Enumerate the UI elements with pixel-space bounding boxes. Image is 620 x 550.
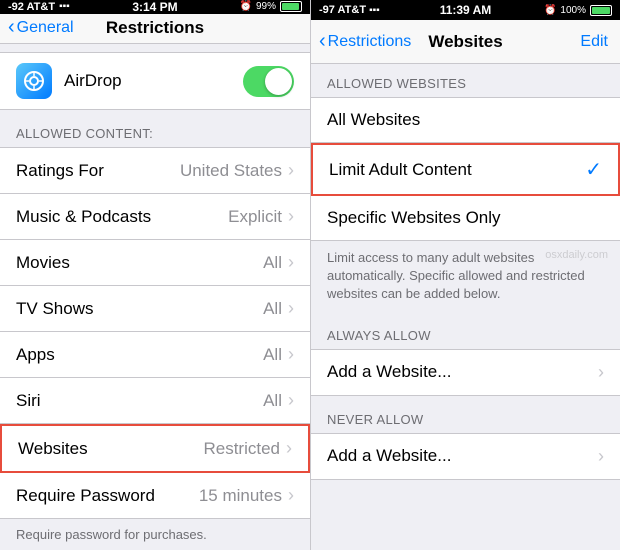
always-allow-label: ALWAYS ALLOW <box>311 316 620 349</box>
apps-chevron-icon: › <box>288 344 294 365</box>
specific-websites-label: Specific Websites Only <box>327 208 604 228</box>
all-websites-label: All Websites <box>327 110 604 130</box>
watermark: osxdaily.com <box>545 249 608 261</box>
apps-label: Apps <box>16 345 263 365</box>
apps-value: All <box>263 345 282 365</box>
battery-percent-left: 99% <box>256 1 276 12</box>
right-back-chevron-icon: ‹ <box>319 30 326 53</box>
music-podcasts-chevron-icon: › <box>288 206 294 227</box>
movies-label: Movies <box>16 253 263 273</box>
music-podcasts-row[interactable]: Music & Podcasts Explicit › <box>0 194 310 240</box>
siri-label: Siri <box>16 391 263 411</box>
ratings-for-chevron-icon: › <box>288 160 294 181</box>
edit-button[interactable]: Edit <box>580 33 608 51</box>
websites-chevron-icon: › <box>286 438 292 459</box>
specific-websites-row[interactable]: Specific Websites Only <box>311 196 620 240</box>
websites-row[interactable]: Websites Restricted › <box>0 424 310 473</box>
toggle-knob <box>265 68 292 95</box>
checkmark-icon: ✓ <box>585 157 602 182</box>
left-panel: -92 AT&T ▪▪▪ 3:14 PM ⏰ 99% ‹ General Res… <box>0 0 310 550</box>
always-allow-add-row[interactable]: Add a Website... › <box>311 349 620 396</box>
never-allow-chevron-icon: › <box>598 446 604 467</box>
never-allow-label: NEVER ALLOW <box>311 400 620 433</box>
back-button[interactable]: ‹ General <box>8 17 74 39</box>
allowed-websites-group: All Websites Limit Adult Content ✓ Speci… <box>311 97 620 241</box>
left-status-bar: -92 AT&T ▪▪▪ 3:14 PM ⏰ 99% <box>0 0 310 14</box>
all-websites-row[interactable]: All Websites <box>311 98 620 143</box>
allowed-websites-label: ALLOWED WEBSITES <box>311 64 620 97</box>
right-back-label: Restrictions <box>328 33 412 51</box>
right-alarm-icon: ⏰ <box>544 5 556 16</box>
music-podcasts-value: Explicit <box>228 207 282 227</box>
websites-value: Restricted <box>203 439 280 459</box>
tv-shows-chevron-icon: › <box>288 298 294 319</box>
limit-adult-label: Limit Adult Content <box>329 160 585 180</box>
right-carrier: -97 AT&T <box>319 4 366 16</box>
back-label: General <box>17 19 74 37</box>
require-password-note: Require password for purchases. <box>0 519 310 550</box>
airdrop-toggle[interactable] <box>243 66 294 97</box>
ratings-for-label: Ratings For <box>16 161 180 181</box>
require-password-value: 15 minutes <box>199 486 282 506</box>
airdrop-label: AirDrop <box>64 71 231 91</box>
right-panel: -97 AT&T ▪▪▪ 11:39 AM ⏰ 100% ‹ Restricti… <box>310 0 620 550</box>
tv-shows-label: TV Shows <box>16 299 263 319</box>
airdrop-row[interactable]: AirDrop <box>0 52 310 110</box>
movies-chevron-icon: › <box>288 252 294 273</box>
right-wifi-icon: ▪▪▪ <box>369 5 380 16</box>
left-nav-bar: ‹ General Restrictions <box>0 14 310 44</box>
siri-chevron-icon: › <box>288 390 294 411</box>
allowed-content-label: ALLOWED CONTENT: <box>0 110 310 147</box>
left-page-title: Restrictions <box>106 18 204 38</box>
never-allow-add-row[interactable]: Add a Website... › <box>311 433 620 480</box>
never-allow-add-label: Add a Website... <box>327 446 598 466</box>
right-page-title: Websites <box>428 32 502 52</box>
battery-icon-left <box>280 1 302 12</box>
always-allow-chevron-icon: › <box>598 362 604 383</box>
music-podcasts-label: Music & Podcasts <box>16 207 228 227</box>
back-chevron-icon: ‹ <box>8 16 15 39</box>
websites-label: Websites <box>18 439 203 459</box>
siri-row[interactable]: Siri All › <box>0 378 310 424</box>
wifi-icon: ▪▪▪ <box>59 1 70 12</box>
limit-adult-content-row[interactable]: Limit Adult Content ✓ <box>311 143 620 196</box>
always-allow-add-label: Add a Website... <box>327 362 598 382</box>
left-time: 3:14 PM <box>132 0 177 14</box>
tv-shows-value: All <box>263 299 282 319</box>
tv-shows-row[interactable]: TV Shows All › <box>0 286 310 332</box>
require-password-row[interactable]: Require Password 15 minutes › <box>0 473 310 518</box>
airdrop-icon <box>16 63 52 99</box>
ratings-for-value: United States <box>180 161 282 181</box>
right-nav-bar: ‹ Restrictions Websites Edit <box>311 20 620 64</box>
movies-row[interactable]: Movies All › <box>0 240 310 286</box>
right-battery-icon <box>590 5 612 16</box>
ratings-for-row[interactable]: Ratings For United States › <box>0 148 310 194</box>
settings-rows-group: Ratings For United States › Music & Podc… <box>0 147 310 519</box>
siri-value: All <box>263 391 282 411</box>
alarm-icon: ⏰ <box>240 1 252 12</box>
right-status-bar: -97 AT&T ▪▪▪ 11:39 AM ⏰ 100% <box>311 0 620 20</box>
require-password-chevron-icon: › <box>288 485 294 506</box>
right-time: 11:39 AM <box>440 3 492 17</box>
carrier-text: -92 AT&T <box>8 1 55 13</box>
right-battery-percent: 100% <box>560 5 586 16</box>
require-password-label: Require Password <box>16 486 199 506</box>
movies-value: All <box>263 253 282 273</box>
apps-row[interactable]: Apps All › <box>0 332 310 378</box>
right-back-button[interactable]: ‹ Restrictions <box>319 31 411 53</box>
